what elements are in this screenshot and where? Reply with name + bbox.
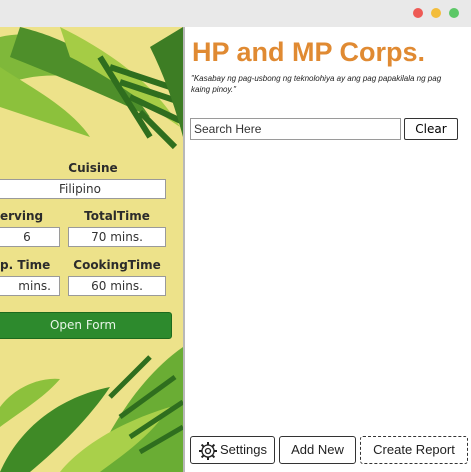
serving-label: erving <box>0 209 44 223</box>
serving-field[interactable]: 6 <box>0 227 60 247</box>
page-subtitle: "Kasabay ng pag-usbong ng teknolohiya ay… <box>191 74 442 94</box>
clear-button[interactable]: Clear <box>404 118 458 140</box>
minimize-window-button[interactable] <box>431 8 441 18</box>
settings-button[interactable]: Settings <box>190 436 275 464</box>
maximize-window-button[interactable] <box>449 8 459 18</box>
totaltime-field[interactable]: 70 mins. <box>68 227 166 247</box>
cuisine-field[interactable]: Filipino <box>0 179 166 199</box>
create-report-button[interactable]: Create Report <box>360 436 468 464</box>
settings-label: Settings <box>220 442 267 457</box>
preptime-field[interactable]: mins. <box>0 276 60 296</box>
totaltime-label: TotalTime <box>84 209 150 223</box>
palm-leaves-decoration <box>0 27 183 472</box>
main-panel: HP and MP Corps. "Kasabay ng pag-usbong … <box>185 27 471 472</box>
preptime-label: p. Time <box>0 258 51 272</box>
window-titlebar <box>0 0 471 27</box>
gear-icon <box>199 441 217 460</box>
cookingtime-label: CookingTime <box>73 258 161 272</box>
recipe-panel: Cuisine Filipino erving 6 TotalTime 70 m… <box>0 27 183 472</box>
open-form-button[interactable]: Open Form <box>0 312 172 339</box>
page-title: HP and MP Corps. <box>192 37 426 67</box>
close-window-button[interactable] <box>413 8 423 18</box>
cuisine-label: Cuisine <box>68 161 118 175</box>
add-new-button[interactable]: Add New <box>279 436 356 464</box>
search-input[interactable]: Search Here <box>190 118 401 140</box>
cookingtime-field[interactable]: 60 mins. <box>68 276 166 296</box>
